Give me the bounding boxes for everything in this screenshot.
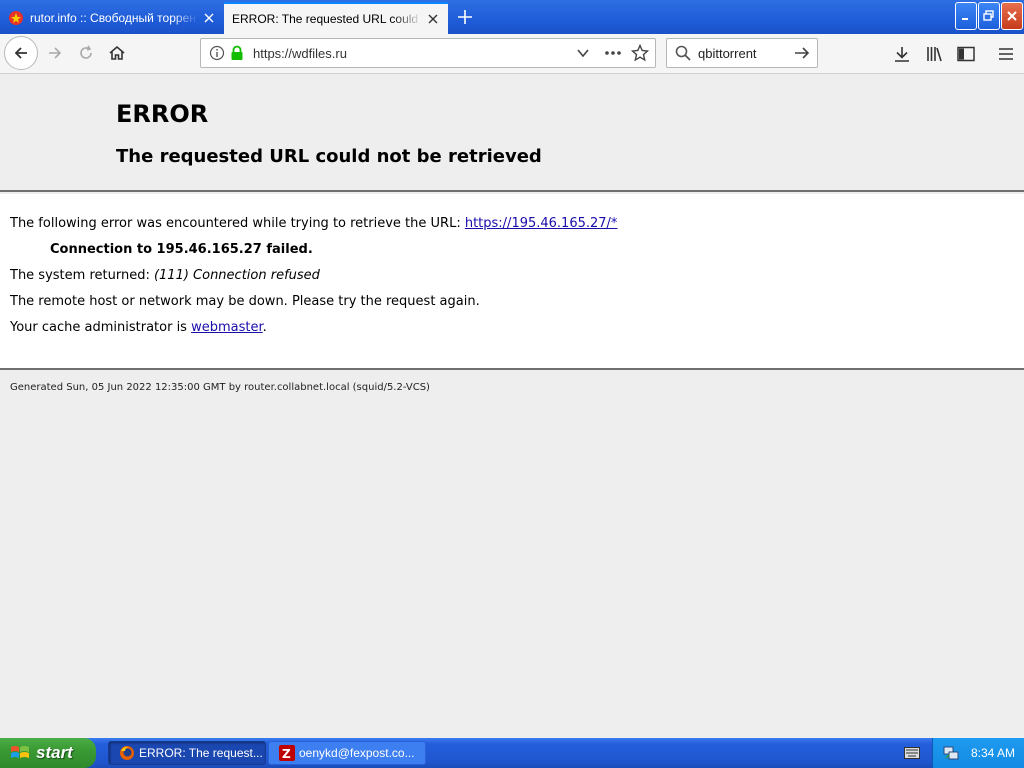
page-content: ERROR The requested URL could not be ret… (0, 74, 1024, 738)
system-value: (111) Connection refused (153, 268, 320, 283)
firefox-icon (119, 745, 135, 761)
bookmark-star-icon[interactable] (631, 44, 649, 62)
tab-strip: rutor.info :: Свободный торрент ERROR: T… (0, 0, 1024, 34)
new-tab-button[interactable] (452, 4, 478, 30)
system-tray: 8:34 AM (932, 738, 1024, 768)
search-bar[interactable]: qbittorrent (666, 38, 818, 68)
page-actions-icon[interactable] (603, 45, 623, 61)
failed-url-link[interactable]: https://195.46.165.27/* (465, 216, 618, 231)
minimize-button[interactable] (955, 2, 977, 30)
svg-text:Z: Z (282, 747, 291, 761)
home-icon (109, 45, 125, 60)
intro-line: The following error was encountered whil… (10, 216, 617, 231)
lock-icon[interactable] (229, 45, 245, 61)
error-body: The following error was encountered whil… (0, 194, 1024, 370)
reload-icon (80, 45, 92, 59)
taskbar: start ERROR: The request... Z oenykd@fex… (0, 738, 1024, 768)
restore-button[interactable] (978, 2, 1000, 30)
url-text: https://wdfiles.ru (253, 46, 347, 61)
admin-prefix: Your cache administrator is (10, 320, 192, 335)
connection-failed-text: Connection to 195.46.165.27 failed. (50, 242, 313, 257)
rutor-favicon-icon (8, 10, 24, 26)
tab-label: rutor.info :: Свободный торрент (30, 11, 198, 25)
taskbar-item-label: ERROR: The request... (139, 746, 263, 760)
tab-label: ERROR: The requested URL could not be re… (232, 12, 422, 26)
webmaster-link[interactable]: webmaster (191, 320, 263, 335)
back-arrow-icon (14, 47, 27, 59)
tab-error[interactable]: ERROR: The requested URL could not be re… (224, 2, 448, 34)
navigation-toolbar: https://wdfiles.ru qbittorrent (0, 34, 1024, 74)
admin-suffix: . (262, 320, 267, 335)
page-title: ERROR (116, 100, 209, 128)
sidebar-icon[interactable] (956, 44, 976, 64)
library-icon[interactable] (924, 44, 944, 64)
error-header: ERROR The requested URL could not be ret… (0, 74, 1024, 192)
taskbar-item-filezilla[interactable]: Z oenykd@fexpost.co... (268, 741, 426, 765)
back-button[interactable] (4, 36, 38, 70)
taskbar-item-label: oenykd@fexpost.co... (299, 746, 415, 760)
remote-host-text: The remote host or network may be down. … (10, 294, 480, 309)
close-icon[interactable] (198, 7, 220, 29)
menu-icon[interactable] (996, 44, 1016, 64)
search-query: qbittorrent (698, 46, 757, 61)
system-returned-line: The system returned: (111) Connection re… (10, 268, 320, 283)
search-icon (675, 45, 691, 61)
tab-rutor[interactable]: rutor.info :: Свободный торрент (0, 2, 224, 34)
intro-text: The following error was encountered whil… (10, 216, 465, 231)
system-prefix: The system returned: (10, 268, 154, 283)
keyboard-icon[interactable] (904, 745, 920, 761)
network-icon[interactable] (943, 745, 959, 761)
start-label: start (36, 743, 73, 762)
home-button[interactable] (102, 38, 132, 68)
taskbar-item-firefox[interactable]: ERROR: The request... (108, 741, 266, 765)
start-button[interactable]: start (0, 738, 96, 768)
go-arrow-icon[interactable] (793, 44, 811, 62)
filezilla-icon: Z (279, 745, 295, 761)
generated-footer: Generated Sun, 05 Jun 2022 12:35:00 GMT … (10, 382, 430, 393)
address-bar[interactable]: https://wdfiles.ru (200, 38, 656, 68)
info-icon[interactable] (209, 45, 225, 61)
forward-button[interactable] (40, 38, 70, 68)
close-icon[interactable] (422, 8, 444, 30)
chevron-down-icon[interactable] (575, 45, 591, 61)
downloads-icon[interactable] (892, 44, 912, 64)
close-window-button[interactable] (1001, 2, 1023, 30)
page-subtitle: The requested URL could not be retrieved (116, 146, 542, 167)
reload-button[interactable] (71, 38, 101, 68)
windows-logo-icon (10, 744, 30, 762)
forward-arrow-icon (49, 47, 62, 59)
admin-line: Your cache administrator is webmaster. (10, 320, 267, 335)
clock: 8:34 AM (971, 746, 1016, 760)
